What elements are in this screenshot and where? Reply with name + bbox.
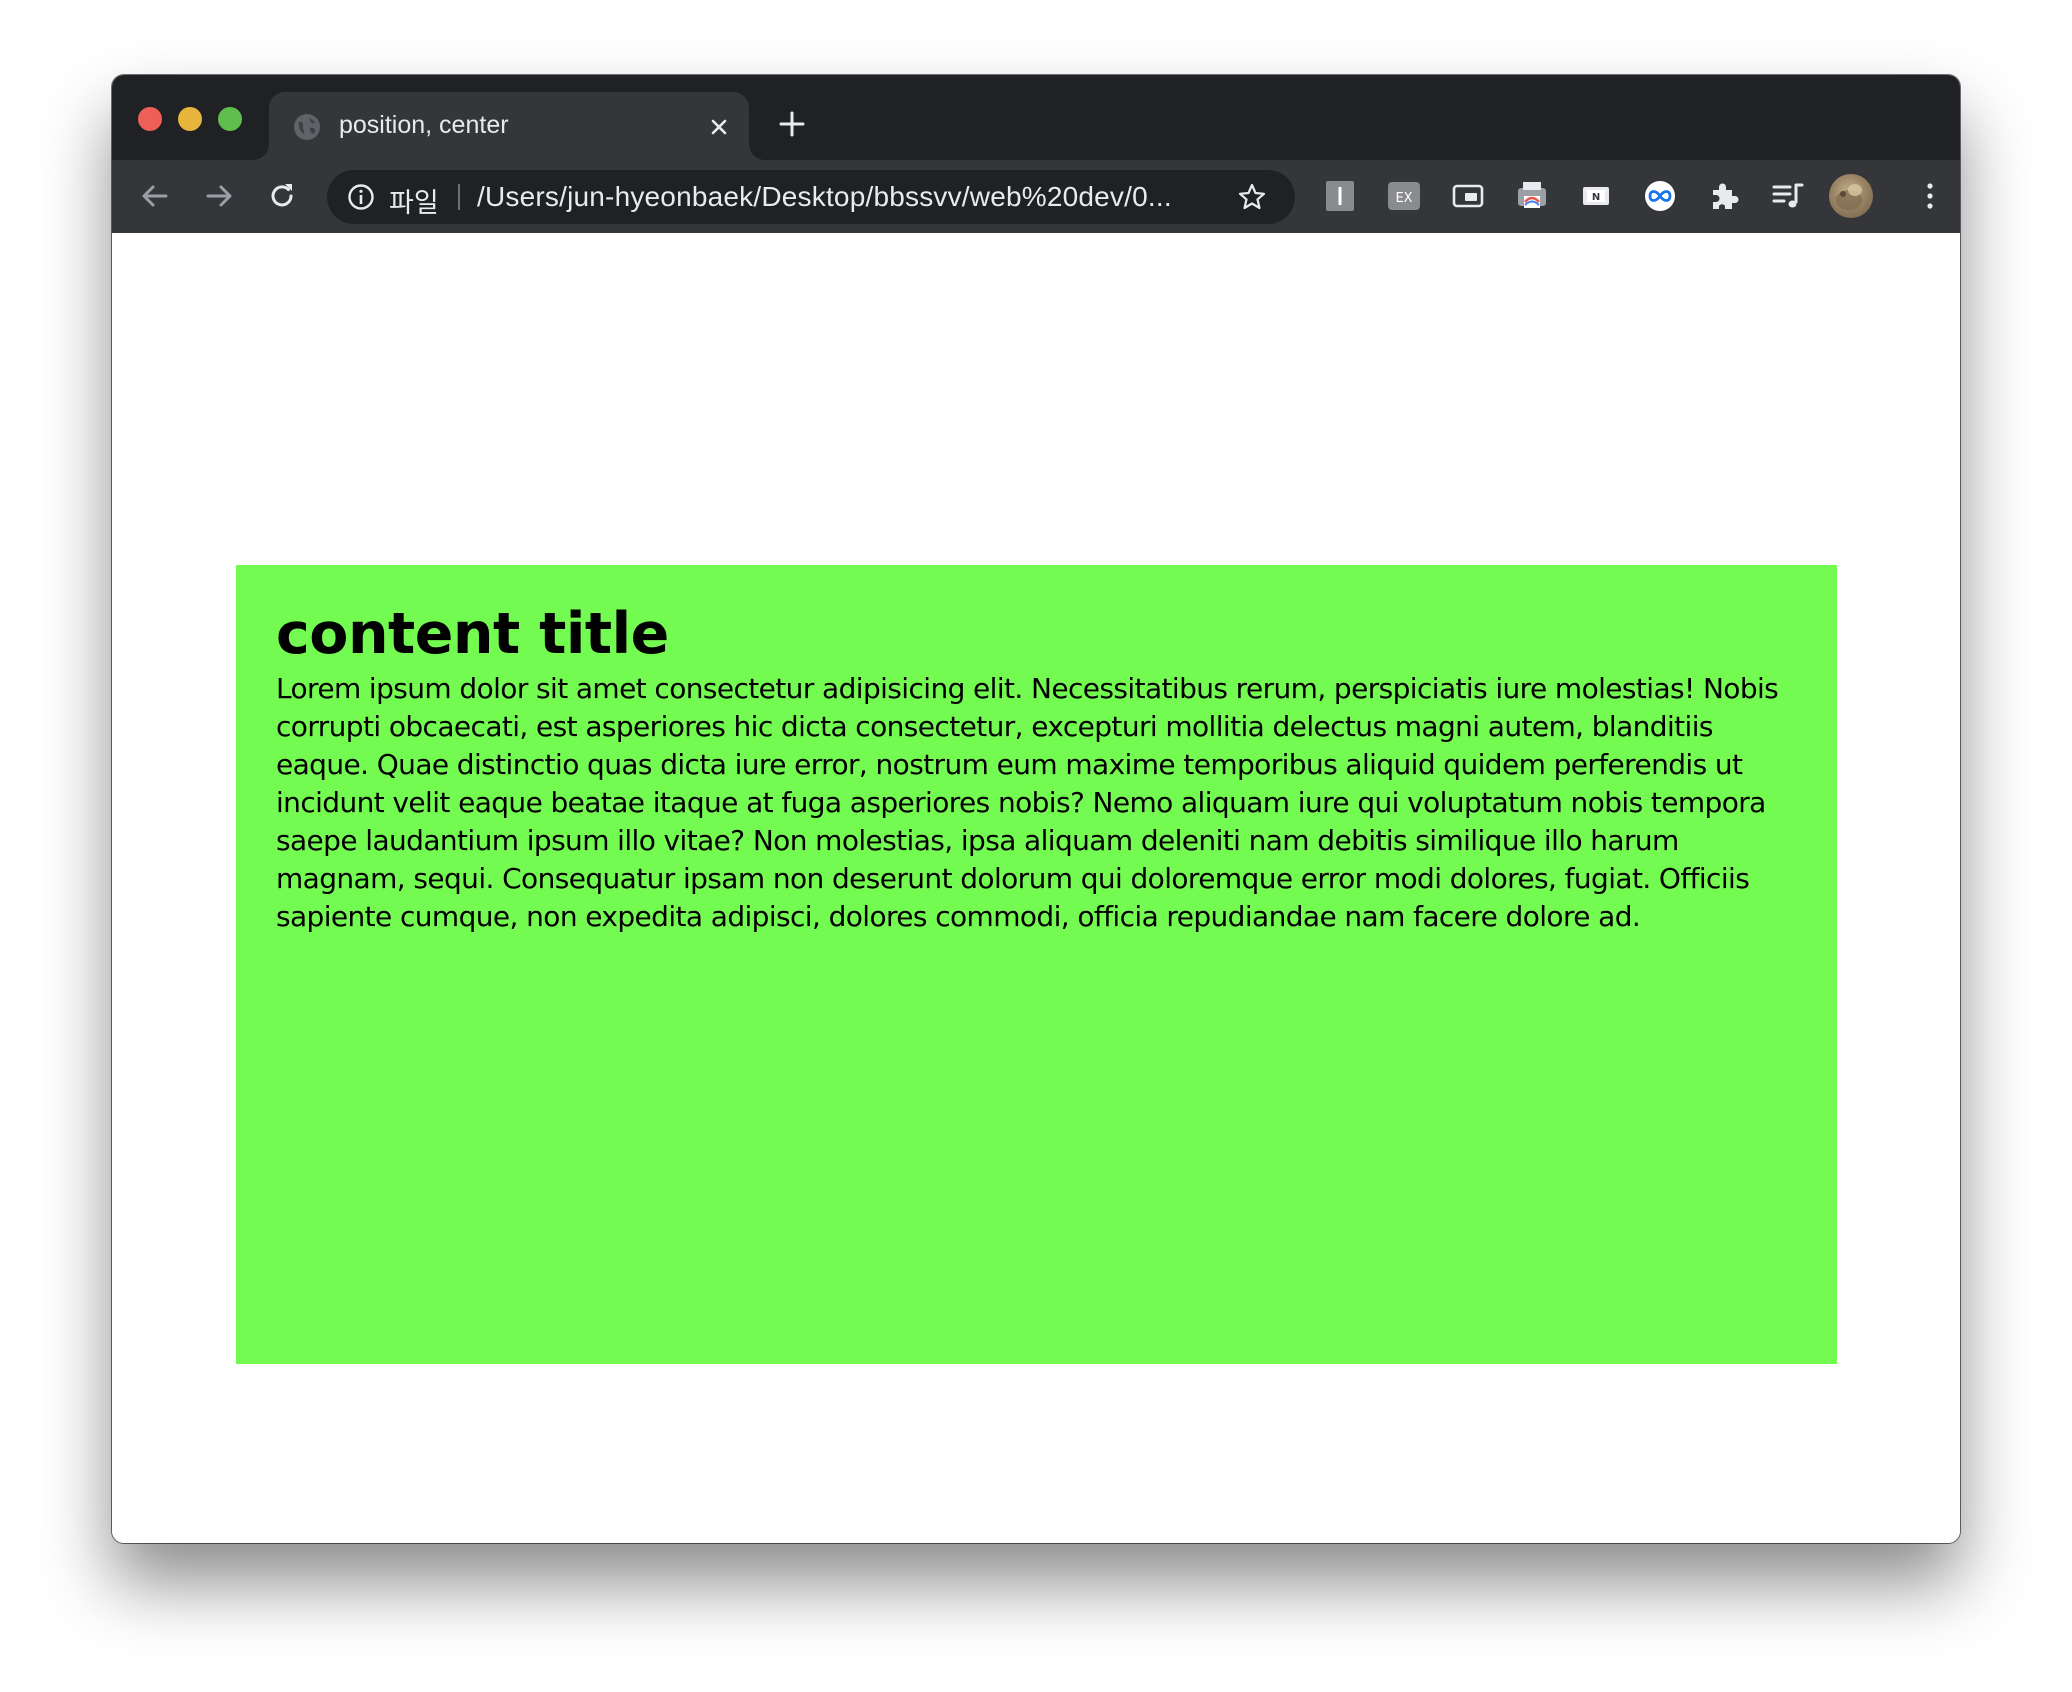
content-body: Lorem ipsum dolor sit amet consectetur a… [276,672,1779,933]
profile-photo-icon [1836,184,1862,210]
media-queue-icon[interactable] [1770,178,1806,214]
extension-ex-label: EX [1395,191,1412,206]
extension-ex-icon[interactable]: EX [1386,178,1422,214]
extension-i-icon[interactable] [1322,178,1358,214]
window-minimize-button[interactable] [178,107,202,131]
address-scheme-label: 파일 [389,188,439,218]
window-maximize-button[interactable] [218,107,242,131]
tab-title: position, center [339,111,509,139]
star-icon[interactable] [1237,182,1267,212]
arrow-left-icon[interactable] [137,178,173,214]
toolbar: 파일 /Users/jun-hyeonbaek/Desktop/bbssvv/w… [112,160,1960,233]
picture-in-picture-icon[interactable] [1450,178,1486,214]
address-url[interactable]: /Users/jun-hyeonbaek/Desktop/bbssvv/web%… [477,181,1172,213]
extension-printer-icon[interactable] [1514,178,1550,214]
extension-n-label: N [1592,192,1600,203]
reload-icon[interactable] [264,178,300,214]
extension-n-icon[interactable]: N [1578,178,1614,214]
content-title: content title [276,601,669,667]
address-bar[interactable]: 파일 /Users/jun-hyeonbaek/Desktop/bbssvv/w… [327,170,1295,224]
globe-icon [294,114,320,140]
content-box: content title Lorem ipsum dolor sit amet… [236,565,1837,1364]
window-close-button[interactable] [138,107,162,131]
puzzle-icon[interactable] [1706,178,1742,214]
page-viewport: content title Lorem ipsum dolor sit amet… [112,233,1960,1543]
tab-active[interactable]: position, center [269,92,749,160]
arrow-right-icon[interactable] [201,178,237,214]
browser-window: position, center 파일 /Users/jun-hyeonbaek… [112,75,1960,1543]
plus-icon[interactable] [776,108,808,140]
address-divider [458,184,460,210]
avatar[interactable] [1829,174,1873,218]
extension-infinity-icon[interactable] [1642,178,1678,214]
close-icon[interactable] [705,113,733,141]
kebab-menu-icon[interactable] [1912,178,1948,214]
info-icon[interactable] [347,183,375,211]
tab-strip: position, center [112,75,1960,160]
